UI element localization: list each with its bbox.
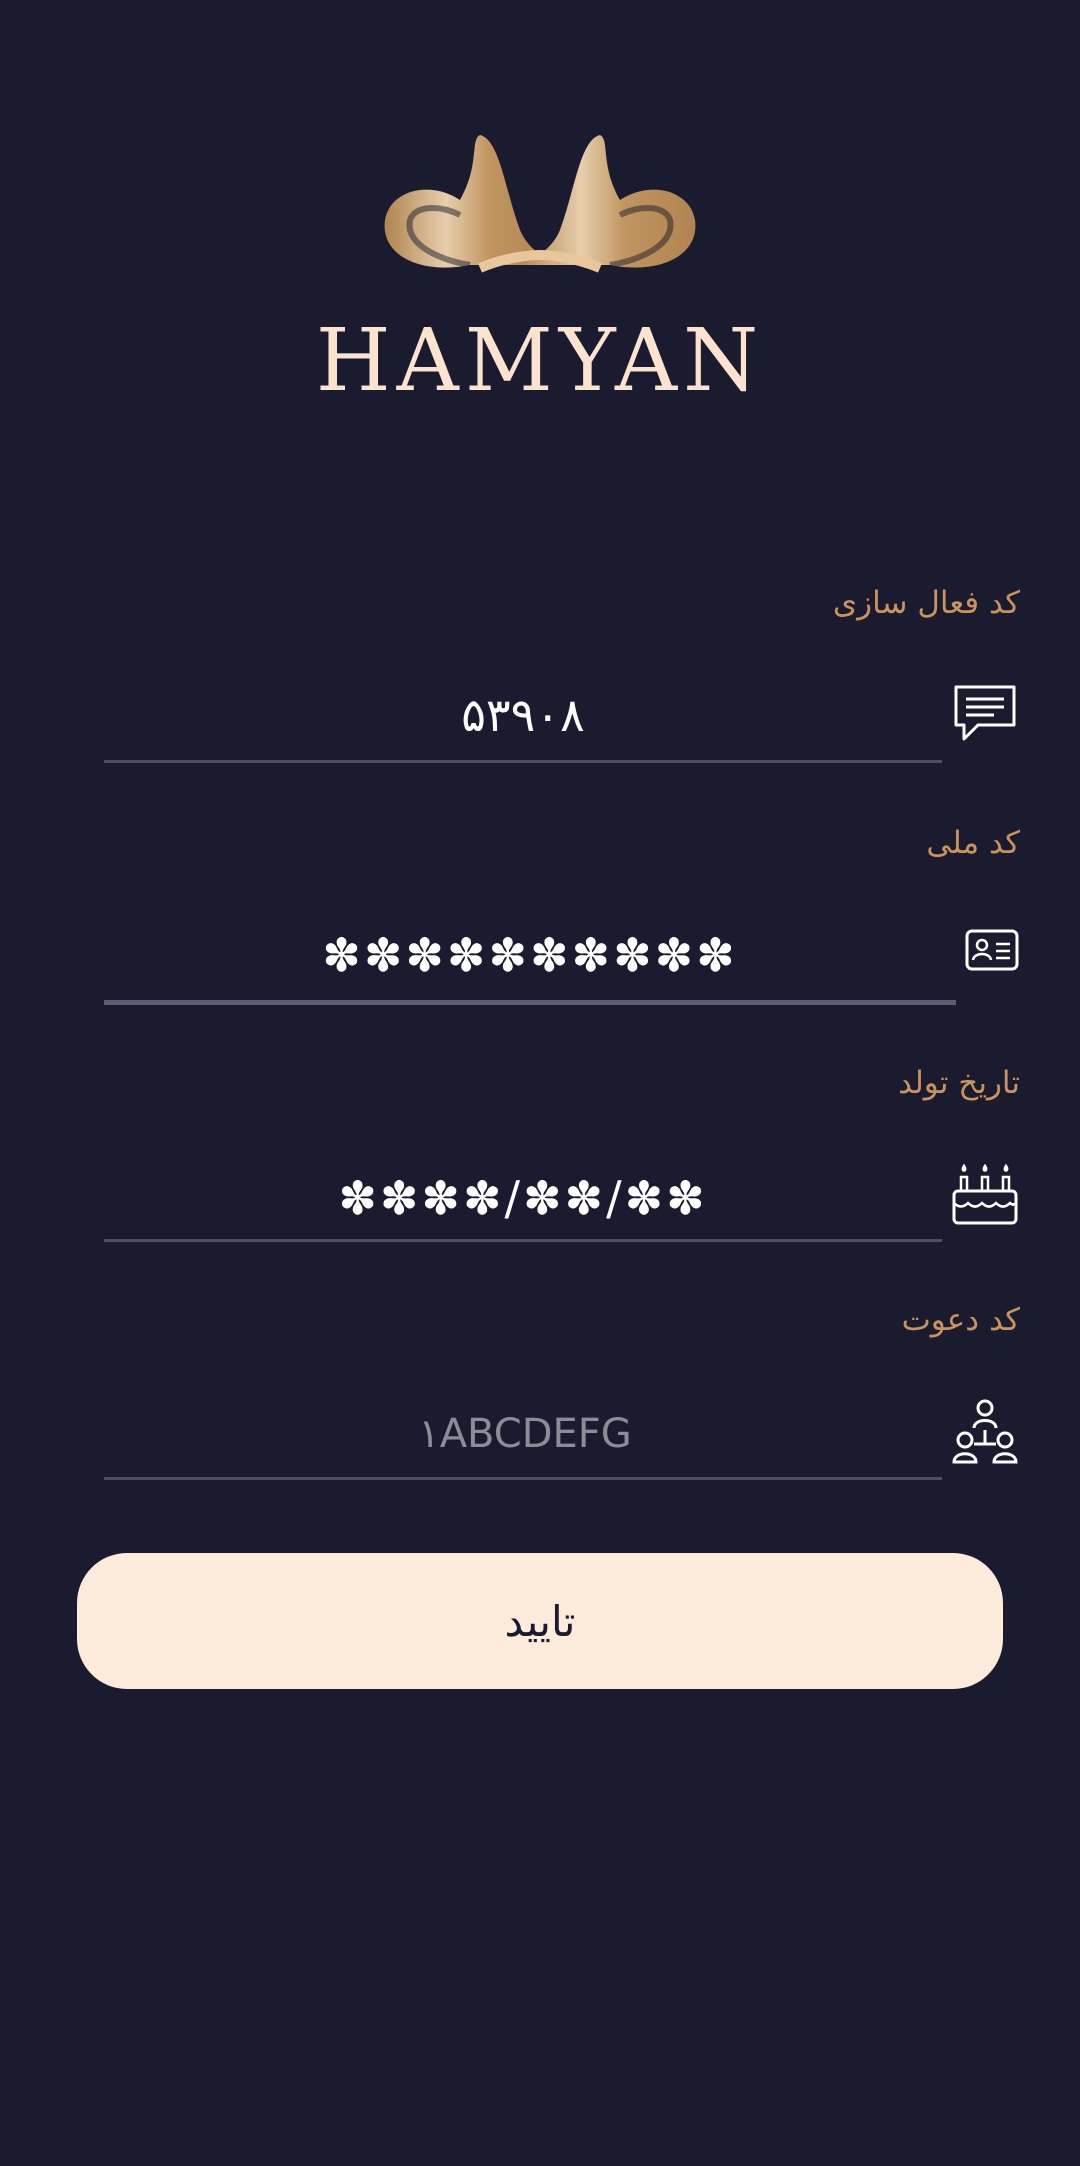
national-id-underline: [104, 1000, 956, 1005]
national-id-label: کد ملی: [926, 825, 1020, 861]
ribbon-logo-icon: [384, 135, 696, 273]
invite-code-label: کد دعوت: [901, 1302, 1020, 1338]
activation-code-label: کد فعال سازی: [832, 585, 1020, 621]
activation-code-underline: [104, 760, 942, 763]
activation-code-row: ۵۳۹۰۸: [104, 665, 1020, 765]
brand-name: HAMYAN: [315, 311, 765, 411]
invite-code-input[interactable]: [104, 1383, 946, 1485]
confirm-button[interactable]: تایید: [77, 1553, 1003, 1689]
birth-date-label: تاریخ تولد: [898, 1065, 1020, 1101]
invite-code-underline: [104, 1477, 942, 1480]
id-card-icon: [964, 922, 1020, 978]
people-network-icon: [950, 1398, 1020, 1468]
birthday-cake-icon: [950, 1160, 1020, 1230]
message-icon: [950, 681, 1020, 751]
birth-date-underline: [104, 1239, 942, 1242]
national-id-input[interactable]: ✽✽✽✽✽✽✽✽✽✽: [104, 905, 956, 1005]
birth-date-row: ✽✽✽✽/✽✽/✽✽: [104, 1148, 1020, 1248]
national-id-row: ✽✽✽✽✽✽✽✽✽✽: [104, 905, 1020, 1005]
activation-code-input[interactable]: ۵۳۹۰۸: [104, 665, 942, 765]
birth-date-input[interactable]: ✽✽✽✽/✽✽/✽✽: [104, 1148, 942, 1248]
invite-code-row: [104, 1383, 1020, 1485]
